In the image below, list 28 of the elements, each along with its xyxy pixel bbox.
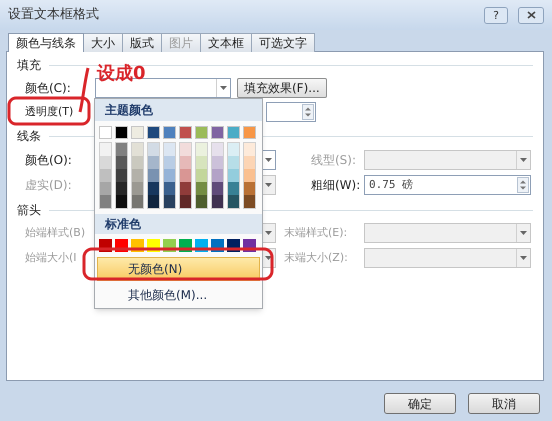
tab[interactable]: 可选文字	[251, 33, 315, 52]
menu-item[interactable]: 其他颜色(M)...	[97, 283, 260, 307]
help-button[interactable]: ?	[484, 6, 508, 24]
dialog-button[interactable]: 确定	[384, 393, 456, 414]
window-title: 设置文本框格式	[8, 6, 99, 24]
tab[interactable]: 版式	[122, 33, 162, 52]
field-label: 末端样式(E):	[284, 224, 348, 241]
tab[interactable]: 颜色与线条	[8, 33, 84, 52]
fill-effects-button[interactable]: 填充效果(F)...	[237, 78, 327, 98]
field-label: 透明度(T)	[25, 104, 74, 120]
tab[interactable]: 大小	[83, 33, 123, 52]
field-label: 虚实(D):	[25, 177, 72, 194]
field-label: 始端大小(I	[25, 250, 77, 266]
section-heading: 填充	[17, 57, 41, 74]
field-label: 颜色(O):	[25, 152, 72, 169]
tab[interactable]: 文本框	[200, 33, 252, 52]
section-heading: 线条	[17, 128, 41, 145]
field-label: 颜色(C):	[25, 80, 71, 97]
dialog-button[interactable]: 取消	[468, 393, 540, 414]
spinner-field[interactable]: 0.75 磅	[364, 175, 531, 195]
field-label: 末端大小(Z):	[284, 250, 348, 266]
field-label: 粗细(W):	[311, 177, 360, 194]
section-heading: 箭头	[17, 202, 41, 219]
field-label: 线型(S):	[311, 152, 356, 169]
menu-heading: 标准色	[95, 214, 262, 234]
annotation-text: 设成0	[97, 62, 146, 86]
menu-heading: 主题颜色	[95, 99, 262, 121]
field-label: 始端样式(B)	[25, 224, 86, 241]
